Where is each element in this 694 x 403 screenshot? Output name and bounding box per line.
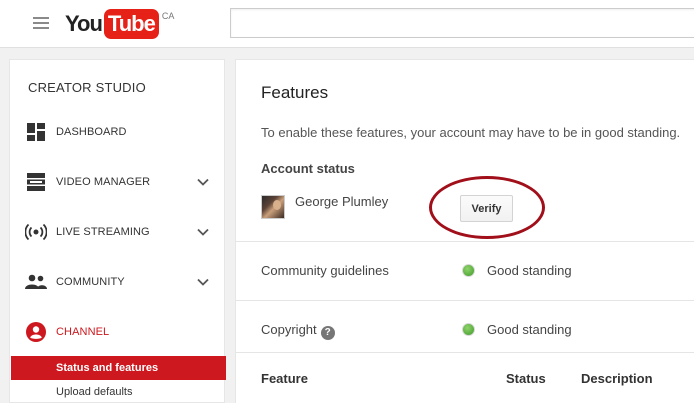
username: George Plumley (295, 194, 389, 209)
intro-text: To enable these features, your account m… (261, 125, 681, 140)
verify-button[interactable]: Verify (460, 195, 513, 222)
sidebar-heading: CREATOR STUDIO (28, 80, 146, 95)
community-guidelines-status: Good standing (462, 263, 572, 278)
page-title: Features (261, 83, 329, 102)
sidebar-item-label: CHANNEL (56, 326, 110, 338)
divider (236, 241, 694, 242)
sidebar-item-video-manager[interactable]: VIDEO MANAGER (10, 164, 226, 200)
sidebar-item-label: DASHBOARD (56, 126, 127, 138)
sidebar-item-live-streaming[interactable]: LIVE STREAMING (10, 214, 226, 250)
status-text: Good standing (487, 263, 572, 278)
sidebar-item-label: LIVE STREAMING (56, 226, 150, 238)
channel-icon (25, 321, 47, 343)
status-dot-icon (462, 264, 475, 277)
logo-region: CA (161, 11, 175, 21)
table-header-status: Status (506, 371, 546, 386)
table-header-description: Description (581, 371, 653, 386)
sidebar-item-dashboard[interactable]: DASHBOARD (10, 114, 226, 150)
account-status-heading: Account status (261, 161, 355, 176)
video-manager-icon (25, 171, 47, 193)
divider (236, 300, 694, 301)
sidebar-subitem-label: Status and features (56, 362, 159, 374)
chevron-down-icon[interactable] (196, 225, 210, 239)
chevron-down-icon[interactable] (196, 175, 210, 189)
community-icon (25, 271, 47, 293)
sidebar-subitem-label: Upload defaults (56, 386, 133, 398)
sidebar-subitem-upload-defaults[interactable]: Upload defaults (11, 380, 226, 403)
status-text: Good standing (487, 322, 572, 337)
sidebar-item-channel[interactable]: CHANNEL (10, 314, 226, 350)
sidebar-item-label: COMMUNITY (56, 276, 125, 288)
dashboard-icon (25, 121, 47, 143)
sidebar: CREATOR STUDIO DASHBOARD VIDEO MANAGER L… (9, 59, 226, 403)
copyright-status: Good standing (462, 322, 572, 337)
copyright-label: Copyright? (261, 322, 335, 340)
table-header-feature: Feature (261, 371, 308, 386)
copyright-label-text: Copyright (261, 322, 317, 337)
status-dot-icon (462, 323, 475, 336)
top-bar: You Tube CA (0, 0, 694, 48)
features-panel: Features To enable these features, your … (235, 59, 694, 403)
logo-you-text: You (65, 11, 103, 36)
sidebar-item-community[interactable]: COMMUNITY (10, 264, 226, 300)
live-streaming-icon (25, 221, 47, 243)
avatar (261, 195, 285, 219)
community-guidelines-label: Community guidelines (261, 263, 389, 278)
search-input[interactable] (230, 8, 694, 38)
menu-icon[interactable] (33, 17, 49, 29)
sidebar-subitem-status-and-features[interactable]: Status and features (11, 356, 226, 380)
sidebar-item-label: VIDEO MANAGER (56, 176, 151, 188)
divider (236, 352, 694, 353)
help-icon[interactable]: ? (320, 326, 335, 340)
youtube-logo[interactable]: You Tube CA (65, 9, 174, 39)
logo-tube-text: Tube (103, 9, 159, 39)
chevron-down-icon[interactable] (196, 275, 210, 289)
